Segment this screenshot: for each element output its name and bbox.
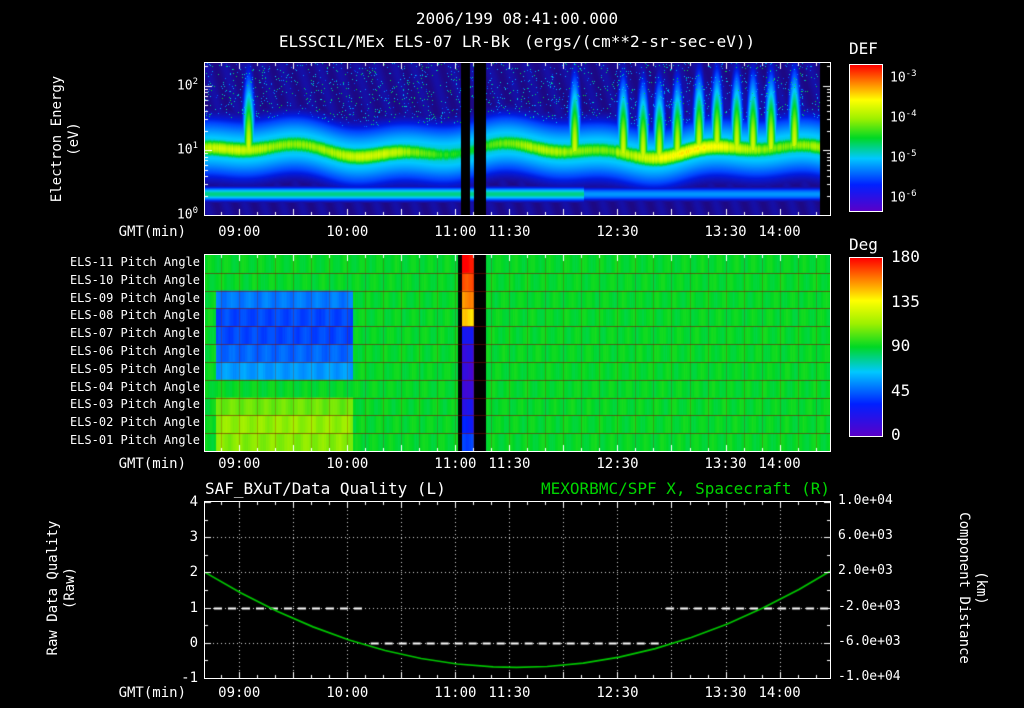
deg-tick-label: 135: [891, 291, 920, 311]
pitch-row-label: ELS-09 Pitch Angle: [69, 290, 200, 305]
time-tick-label: 12:30: [596, 456, 639, 472]
def-tick-label: 10-3: [890, 69, 917, 86]
pitch-row-label: ELS-11 Pitch Angle: [69, 254, 200, 269]
deg-colorbar: [849, 257, 883, 437]
axis-title-line: Electron Energy: [49, 75, 65, 203]
time-tick-label: 14:00: [758, 685, 801, 701]
deg-tick-label: 90: [891, 336, 911, 355]
time-tick-label: 13:30: [704, 224, 747, 240]
gmt-label-bottom: GMT(min): [118, 685, 186, 701]
instrument-label: ELSSCIL/MEx ELS-07 LR-Bk: [278, 32, 510, 51]
distance-tick-label: -2.0e+03: [838, 598, 901, 614]
time-tick-label: 10:00: [326, 456, 369, 472]
def-tick-label: 10-4: [890, 108, 917, 125]
time-tick-label: 14:00: [758, 456, 801, 472]
pitch-row-label: ELS-05 Pitch Angle: [69, 361, 200, 376]
electron-energy-spectrogram: [204, 62, 831, 216]
deg-tick-label: 180: [891, 247, 920, 266]
distance-tick-label: 2.0e+03: [838, 563, 893, 579]
distance-y-axis-title: (km) Component Distance: [955, 488, 989, 688]
distance-tick-label: -1.0e+04: [838, 669, 901, 684]
time-tick-label: 10:00: [326, 224, 369, 240]
quality-tick-label: 3: [189, 529, 198, 546]
els-quicklook-display: 2006/199 08:41:00.000 ELSSCIL/MEx ELS-07…: [0, 0, 1024, 708]
pitch-row-label: ELS-10 Pitch Angle: [69, 272, 200, 287]
distance-tick-label: -6.0e+03: [838, 633, 901, 649]
deg-tick-label: 0: [891, 425, 901, 444]
time-tick-label: 13:30: [704, 456, 747, 472]
quality-tick-label: -1: [181, 670, 198, 686]
time-tick-label: 11:00: [434, 224, 477, 240]
pitch-row-label: ELS-08 Pitch Angle: [69, 308, 200, 323]
bottom-title-right: MEXORBMC/SPF X, Spacecraft (R): [541, 479, 830, 498]
pitch-row-label: ELS-07 Pitch Angle: [69, 326, 200, 341]
time-tick-label: 09:00: [218, 456, 261, 472]
energy-tick-label: 100: [176, 206, 198, 223]
axis-title-line: (Raw): [62, 566, 78, 610]
pitch-angle-panel: [204, 254, 831, 452]
time-tick-label: 09:00: [218, 685, 261, 701]
time-tick-label: 12:30: [596, 224, 639, 240]
quality-distance-plot: [204, 501, 831, 679]
pitch-row-label: ELS-06 Pitch Angle: [69, 344, 200, 358]
distance-tick-label: 6.0e+03: [838, 528, 893, 544]
quality-tick-label: 2: [189, 564, 198, 581]
deg-colorbar-title: Deg: [849, 235, 878, 254]
axis-title-line: Component Distance: [956, 512, 972, 664]
def-tick-label: 10-5: [890, 149, 917, 166]
time-tick-label: 11:30: [488, 224, 531, 240]
time-tick-label: 12:30: [596, 685, 639, 701]
units-label: (ergs/(cm**2-sr-sec-eV)): [524, 32, 756, 51]
gmt-label-middle: GMT(min): [118, 456, 186, 472]
deg-tick-label: 45: [891, 380, 911, 400]
pitch-row-label: ELS-01 Pitch Angle: [69, 433, 200, 448]
pitch-row-label: ELS-02 Pitch Angle: [69, 415, 200, 430]
bottom-panel-titles: SAF_BXuT/Data Quality (L) MEXORBMC/SPF X…: [205, 479, 830, 498]
pitch-row-label: ELS-03 Pitch Angle: [69, 397, 200, 412]
quality-y-axis-title: Raw Data Quality (Raw): [45, 488, 79, 688]
bottom-title-left: SAF_BXuT/Data Quality (L): [205, 479, 446, 498]
time-tick-label: 11:00: [434, 456, 477, 472]
time-tick-label: 13:30: [704, 685, 747, 701]
axis-title-line: (eV): [66, 122, 82, 156]
time-tick-label: 11:30: [488, 456, 531, 472]
gmt-label-top: GMT(min): [118, 224, 186, 240]
quality-tick-label: 0: [189, 634, 198, 651]
time-tick-label: 11:00: [434, 685, 477, 701]
def-colorbar-title: DEF: [849, 39, 878, 58]
def-colorbar: [849, 64, 883, 212]
time-tick-label: 09:00: [218, 224, 261, 240]
def-tick-label: 10-6: [890, 188, 917, 206]
plot-subtitle: ELSSCIL/MEx ELS-07 LR-Bk (ergs/(cm**2-sr-…: [278, 32, 756, 51]
time-tick-label: 10:00: [326, 685, 369, 701]
spec-y-axis-title: Electron Energy (eV): [49, 39, 83, 239]
axis-title-line: Raw Data Quality: [45, 520, 61, 656]
pitch-row-label: ELS-04 Pitch Angle: [69, 379, 200, 394]
page-title: 2006/199 08:41:00.000: [415, 9, 619, 28]
time-tick-label: 14:00: [758, 224, 801, 240]
distance-tick-label: 1.0e+04: [838, 493, 893, 508]
energy-tick-label: 101: [176, 141, 198, 158]
energy-tick-label: 102: [176, 76, 198, 93]
time-tick-label: 11:30: [488, 685, 531, 701]
axis-title-line: (km): [973, 571, 989, 605]
quality-tick-label: 4: [189, 494, 198, 510]
quality-tick-label: 1: [189, 599, 198, 616]
